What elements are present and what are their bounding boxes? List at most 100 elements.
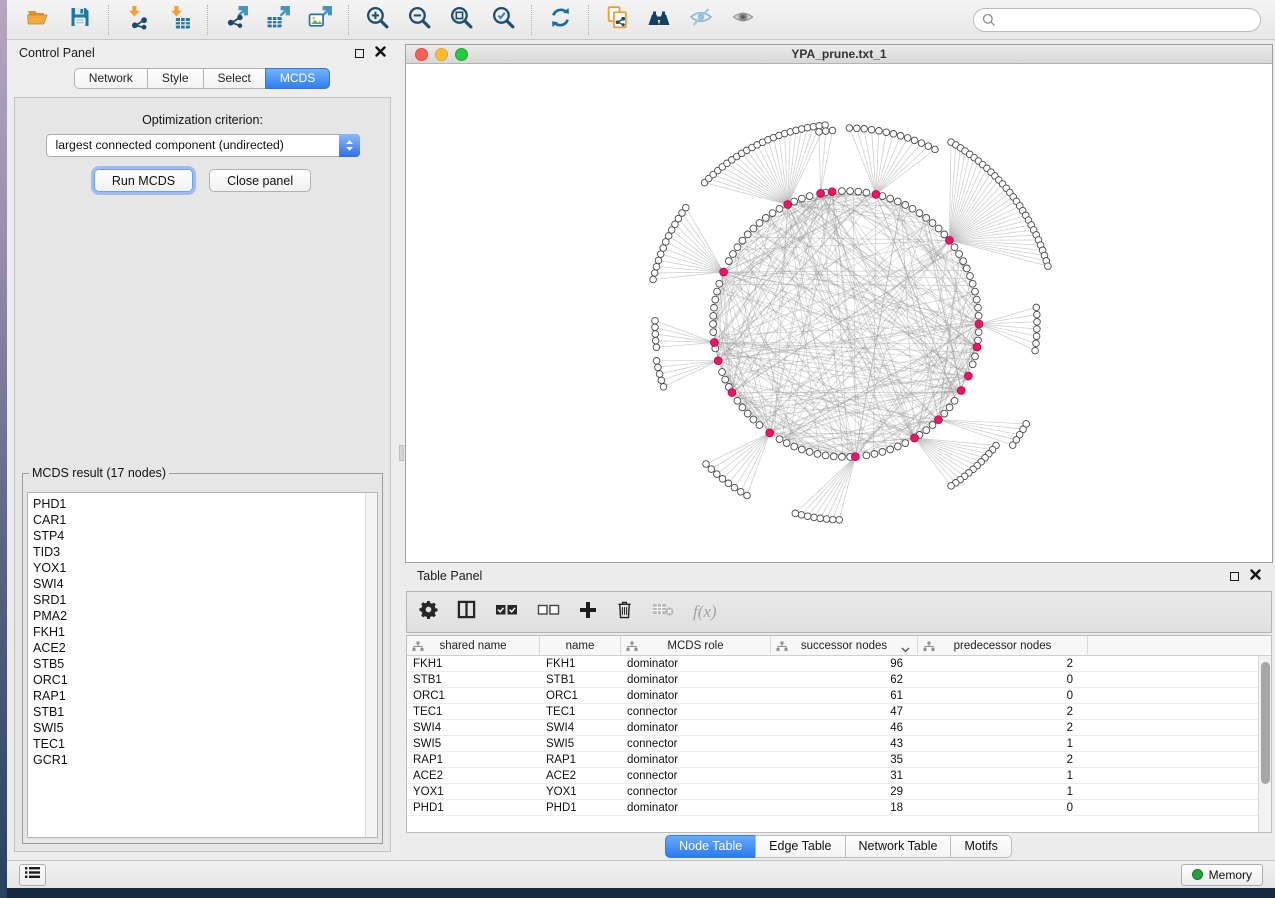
graph-node[interactable] [814, 451, 821, 458]
refresh-button[interactable] [539, 3, 581, 37]
table-row[interactable]: SWI5SWI5connector431 [407, 736, 1271, 752]
mcds-result-item[interactable]: FKH1 [28, 624, 377, 640]
graph-mcds-node[interactable] [784, 201, 792, 209]
graph-node[interactable] [719, 369, 726, 376]
graph-node[interactable] [863, 189, 870, 196]
graph-node[interactable] [830, 453, 837, 460]
cell-name[interactable]: STB1 [540, 674, 621, 686]
graph-node[interactable] [839, 454, 846, 461]
graph-node[interactable] [935, 225, 942, 232]
table-row[interactable]: FKH1FKH1dominator962 [407, 656, 1271, 672]
tab-mcds[interactable]: MCDS [265, 68, 330, 89]
graph-node[interactable] [653, 263, 660, 270]
table-settings-button[interactable] [419, 600, 438, 624]
graph-node[interactable] [650, 276, 657, 283]
zoom-in-button[interactable] [356, 3, 398, 37]
graph-node[interactable] [923, 215, 930, 222]
cell-MCDS-role[interactable]: connector [621, 770, 771, 782]
cell-successor-nodes[interactable]: 47 [771, 706, 918, 718]
graph-node[interactable] [854, 125, 861, 132]
mcds-result-item[interactable]: SWI4 [28, 576, 377, 592]
graph-mcds-node[interactable] [973, 343, 981, 351]
cell-predecessor-nodes[interactable]: 2 [918, 706, 1088, 718]
close-panel-icon[interactable] [1250, 569, 1261, 583]
mcds-result-item[interactable]: STB1 [28, 704, 377, 720]
list-scrollbar[interactable] [365, 493, 377, 837]
graph-node[interactable] [975, 304, 982, 311]
graph-node[interactable] [876, 128, 883, 135]
split-divider[interactable] [398, 40, 405, 860]
graph-node[interactable] [967, 273, 974, 280]
cell-shared-name[interactable]: TEC1 [407, 706, 540, 718]
graph-node[interactable] [711, 304, 718, 311]
graph-node[interactable] [946, 404, 953, 411]
graph-node[interactable] [798, 446, 805, 453]
graph-node[interactable] [804, 513, 811, 520]
mcds-result-item[interactable]: PHD1 [28, 496, 377, 512]
graph-node[interactable] [868, 126, 875, 133]
graph-node[interactable] [703, 461, 710, 468]
graph-node[interactable] [806, 193, 813, 200]
table-row[interactable]: ACE2ACE2connector311 [407, 768, 1271, 784]
graph-node[interactable] [951, 244, 958, 251]
column-header-predecessor-nodes[interactable]: predecessor nodes [918, 636, 1088, 656]
mcds-result-item[interactable]: STP4 [28, 528, 377, 544]
criterion-dropdown[interactable]: largest connected component (undirected) [46, 134, 360, 157]
run-mcds-button[interactable]: Run MCDS [94, 169, 193, 192]
graph-node[interactable] [894, 443, 901, 450]
export-network-button[interactable] [215, 3, 257, 37]
graph-node[interactable] [839, 188, 846, 195]
graph-node[interactable] [929, 422, 936, 429]
graph-node[interactable] [975, 329, 982, 336]
cell-successor-nodes[interactable]: 29 [771, 786, 918, 798]
graph-node[interactable] [652, 337, 659, 344]
cell-shared-name[interactable]: SWI5 [407, 738, 540, 750]
delete-row-button[interactable] [616, 600, 633, 624]
cell-name[interactable]: TEC1 [540, 706, 621, 718]
cell-shared-name[interactable]: FKH1 [407, 658, 540, 670]
tab-node-table[interactable]: Node Table [665, 835, 756, 858]
cell-name[interactable]: SWI4 [540, 722, 621, 734]
graph-mcds-node[interactable] [957, 387, 965, 395]
graph-node[interactable] [652, 331, 659, 338]
mcds-result-item[interactable]: TEC1 [28, 736, 377, 752]
mcds-result-item[interactable]: RAP1 [28, 688, 377, 704]
cell-MCDS-role[interactable]: dominator [621, 754, 771, 766]
graph-node[interactable] [1032, 347, 1039, 354]
graph-node[interactable] [941, 231, 948, 238]
deselect-all-button[interactable] [537, 603, 560, 622]
mcds-result-item[interactable]: SWI5 [28, 720, 377, 736]
graph-node[interactable] [660, 245, 667, 252]
graph-node[interactable] [1009, 442, 1016, 449]
graph-node[interactable] [792, 510, 799, 517]
cell-predecessor-nodes[interactable]: 2 [918, 658, 1088, 670]
graph-node[interactable] [714, 471, 721, 478]
graph-node[interactable] [1034, 326, 1041, 333]
graph-node[interactable] [916, 210, 923, 217]
graph-node[interactable] [951, 397, 958, 404]
graph-mcds-node[interactable] [720, 268, 728, 276]
window-close-button[interactable] [415, 48, 428, 61]
select-all-button[interactable] [495, 603, 518, 622]
graph-node[interactable] [883, 129, 890, 136]
table-row[interactable]: RAP1RAP1dominator352 [407, 752, 1271, 768]
graph-node[interactable] [710, 312, 717, 319]
mcds-result-item[interactable]: ORC1 [28, 672, 377, 688]
cell-predecessor-nodes[interactable]: 2 [918, 754, 1088, 766]
graph-node[interactable] [863, 452, 870, 459]
graph-node[interactable] [739, 404, 746, 411]
column-header-shared-name[interactable]: shared name [407, 636, 540, 656]
cell-MCDS-role[interactable]: dominator [621, 802, 771, 814]
graph-node[interactable] [822, 128, 829, 135]
graph-node[interactable] [861, 126, 868, 133]
graph-mcds-node[interactable] [710, 339, 718, 347]
tab-style[interactable]: Style [147, 68, 204, 89]
cell-shared-name[interactable]: STB1 [407, 674, 540, 686]
graph-node[interactable] [710, 329, 717, 336]
export-table-button[interactable] [257, 3, 299, 37]
mcds-result-item[interactable]: ACE2 [28, 640, 377, 656]
cell-MCDS-role[interactable]: dominator [621, 722, 771, 734]
graph-node[interactable] [655, 364, 662, 371]
graph-mcds-node[interactable] [828, 188, 836, 196]
graph-node[interactable] [972, 353, 979, 360]
